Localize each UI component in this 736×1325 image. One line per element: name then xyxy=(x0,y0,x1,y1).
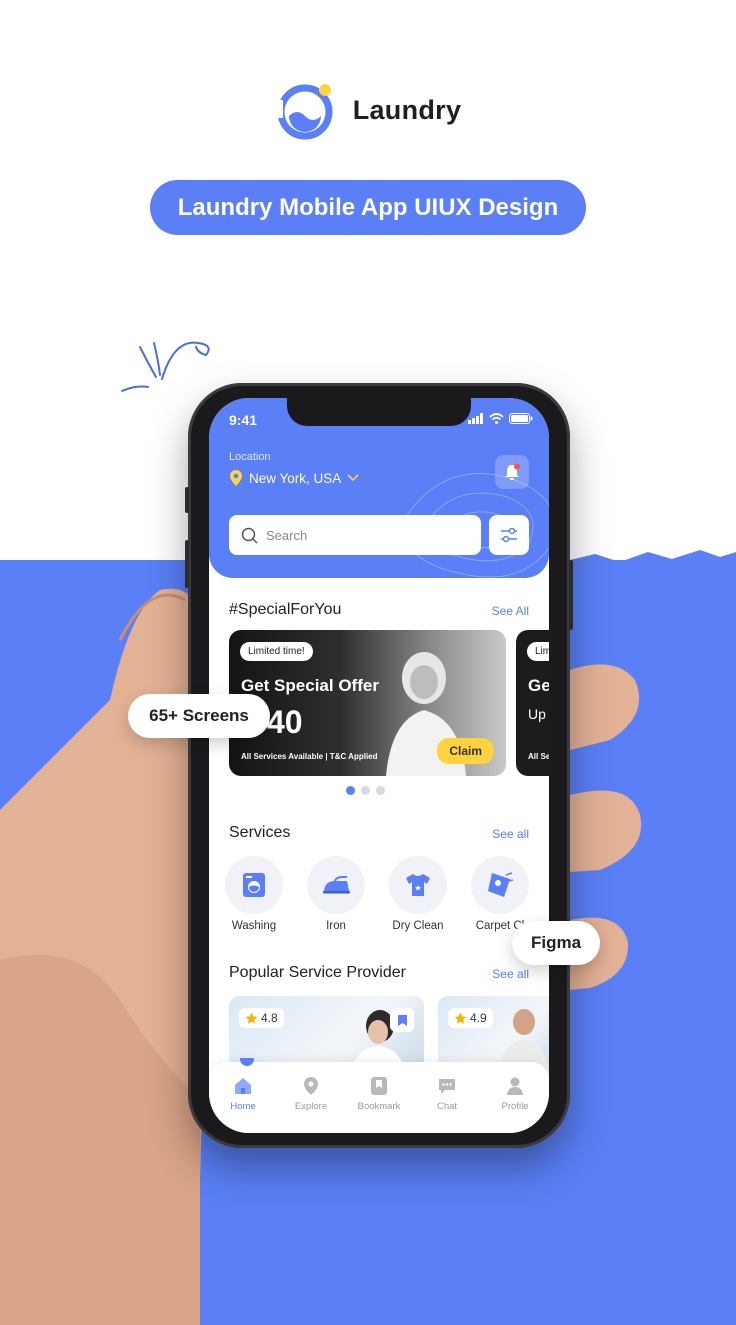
phone-side-button xyxy=(185,540,189,588)
figma-badge: Figma xyxy=(512,921,600,965)
service-icon-circle xyxy=(471,856,529,914)
location-value: New York, USA xyxy=(249,470,342,486)
special-section-title: #SpecialForYou xyxy=(229,601,342,618)
service-icon-circle xyxy=(225,856,283,914)
services-see-all-link[interactable]: See all xyxy=(492,827,529,841)
offer-card[interactable]: Limited time! Get Special Offer 40 All S… xyxy=(229,630,506,776)
doodle-decoration xyxy=(121,341,210,392)
star-icon xyxy=(245,1012,258,1024)
offer-note: All Services Available | T&C Applied xyxy=(241,752,378,761)
nav-home[interactable]: Home xyxy=(213,1076,273,1133)
location-icon xyxy=(304,1077,318,1095)
tshirt-icon xyxy=(406,874,430,896)
service-label: Washing xyxy=(231,920,277,932)
offer-note: All Se xyxy=(528,752,549,761)
service-dry-clean[interactable]: Dry Clean xyxy=(387,856,449,932)
brand-header: Laundry xyxy=(0,78,736,142)
search-icon xyxy=(241,527,258,544)
brand-name: Laundry xyxy=(352,94,462,125)
location-label: Location xyxy=(229,451,271,463)
service-washing[interactable]: Washing xyxy=(223,856,285,932)
nav-bookmark[interactable]: Bookmark xyxy=(349,1076,409,1133)
status-time: 9:41 xyxy=(229,412,258,428)
offer-title: Ge xyxy=(528,676,549,695)
offer-price: 40 xyxy=(267,704,303,740)
nav-label: Chat xyxy=(436,1101,458,1112)
chat-icon xyxy=(439,1079,455,1094)
location-selector[interactable]: New York, USA xyxy=(229,470,359,486)
providers-section-title: Popular Service Provider xyxy=(229,964,406,981)
nav-label: Bookmark xyxy=(357,1101,401,1112)
battery-icon xyxy=(509,413,533,424)
nav-profile[interactable]: Profile xyxy=(485,1076,545,1133)
iron-icon xyxy=(323,876,350,894)
carpet-icon xyxy=(488,872,514,897)
special-see-all-link[interactable]: See All xyxy=(492,604,529,618)
service-carpet-clean[interactable]: Carpet Cl xyxy=(469,856,531,932)
service-icon-circle xyxy=(307,856,365,914)
wifi-icon xyxy=(489,413,504,424)
carousel-dots xyxy=(346,786,385,795)
screens-count-badge: 65+ Screens xyxy=(128,694,270,738)
phone-screen: 9:41 Location New York, USA #SpecialForY… xyxy=(209,398,549,1133)
offer-card[interactable]: Lim Ge Up All Se xyxy=(516,630,549,776)
nav-active-indicator xyxy=(240,1058,254,1066)
provider-rating: 4.8 xyxy=(239,1008,284,1028)
profile-icon xyxy=(507,1077,523,1095)
status-icons xyxy=(468,413,533,424)
bell-icon xyxy=(505,463,520,480)
offer-subtitle: Up xyxy=(528,706,546,722)
services-list: Washing Iron Dry Clean Carpet Cl xyxy=(223,856,531,932)
nav-label: Home xyxy=(230,1101,256,1112)
notification-button[interactable] xyxy=(495,455,529,489)
nav-explore[interactable]: Explore xyxy=(281,1076,341,1133)
nav-label: Profile xyxy=(501,1101,529,1112)
laundry-logo-icon xyxy=(274,84,333,140)
carousel-dot[interactable] xyxy=(346,786,355,795)
chevron-down-icon xyxy=(347,474,359,482)
offer-badge: Lim xyxy=(527,642,549,661)
search-box[interactable] xyxy=(229,515,481,555)
rating-value: 4.9 xyxy=(470,1011,487,1025)
service-label: Iron xyxy=(326,920,346,932)
filter-button[interactable] xyxy=(489,515,529,555)
signal-icon xyxy=(468,413,483,424)
filter-icon xyxy=(501,528,517,542)
claim-button[interactable]: Claim xyxy=(437,738,494,764)
search-input[interactable] xyxy=(266,527,466,543)
services-section-title: Services xyxy=(229,824,291,841)
carousel-dot[interactable] xyxy=(376,786,385,795)
service-label: Dry Clean xyxy=(392,920,444,932)
service-iron[interactable]: Iron xyxy=(305,856,367,932)
bookmark-icon xyxy=(397,1014,407,1026)
home-icon xyxy=(235,1078,251,1094)
headline-pill: Laundry Mobile App UIUX Design xyxy=(150,180,586,235)
nav-label: Explore xyxy=(294,1101,328,1112)
offer-badge: Limited time! xyxy=(240,642,313,661)
service-icon-circle xyxy=(389,856,447,914)
nav-chat[interactable]: Chat xyxy=(417,1076,477,1133)
phone-side-button xyxy=(569,560,573,630)
bookmark-icon xyxy=(371,1077,387,1095)
phone-notch xyxy=(287,398,471,426)
star-icon xyxy=(454,1012,467,1024)
provider-rating: 4.9 xyxy=(448,1008,493,1028)
phone-side-button xyxy=(185,487,189,513)
rating-value: 4.8 xyxy=(261,1011,278,1025)
location-pin-icon xyxy=(230,470,242,486)
bottom-nav: Home Explore Bookmark Chat Profile xyxy=(209,1058,549,1133)
washing-machine-icon xyxy=(243,873,265,897)
providers-see-all-link[interactable]: See all xyxy=(492,967,529,981)
offer-title: Get Special Offer xyxy=(241,676,379,695)
bookmark-button[interactable] xyxy=(390,1008,414,1032)
carousel-dot[interactable] xyxy=(361,786,370,795)
